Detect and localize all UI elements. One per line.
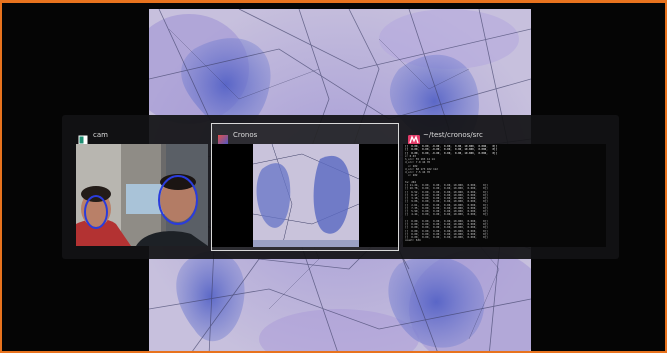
cam-window-thumbnail	[76, 144, 208, 246]
window-switcher: cam Cronos ~/test/cronos/src [[0.00, 0.…	[62, 115, 619, 259]
window-header: cam	[78, 128, 205, 145]
terminal-m-icon	[408, 130, 420, 145]
window-title: Cronos	[233, 131, 258, 139]
cronos-window-thumbnail	[212, 144, 398, 247]
window-header: ~/test/cronos/src	[408, 128, 606, 145]
window-title: ~/test/cronos/src	[423, 131, 483, 139]
terminal-window-thumbnail: [[ 0.00, 0.00, -0.00, 0.00, 0.00, 10.000…	[403, 144, 606, 247]
camera-app-icon	[78, 130, 88, 145]
window-header: Cronos	[218, 128, 394, 145]
switcher-window-cam[interactable]: cam	[71, 123, 210, 251]
screen-frame: cam Cronos ~/test/cronos/src [[0.00, 0.…	[0, 0, 667, 353]
window-title: cam	[93, 131, 108, 139]
switcher-window-terminal[interactable]: ~/test/cronos/src [[ 0.00, 0.00, -0.00, …	[401, 123, 611, 251]
switcher-window-cronos[interactable]: Cronos	[211, 123, 399, 251]
cronos-app-icon	[218, 130, 228, 145]
terminal-line: count: 634	[405, 239, 421, 243]
